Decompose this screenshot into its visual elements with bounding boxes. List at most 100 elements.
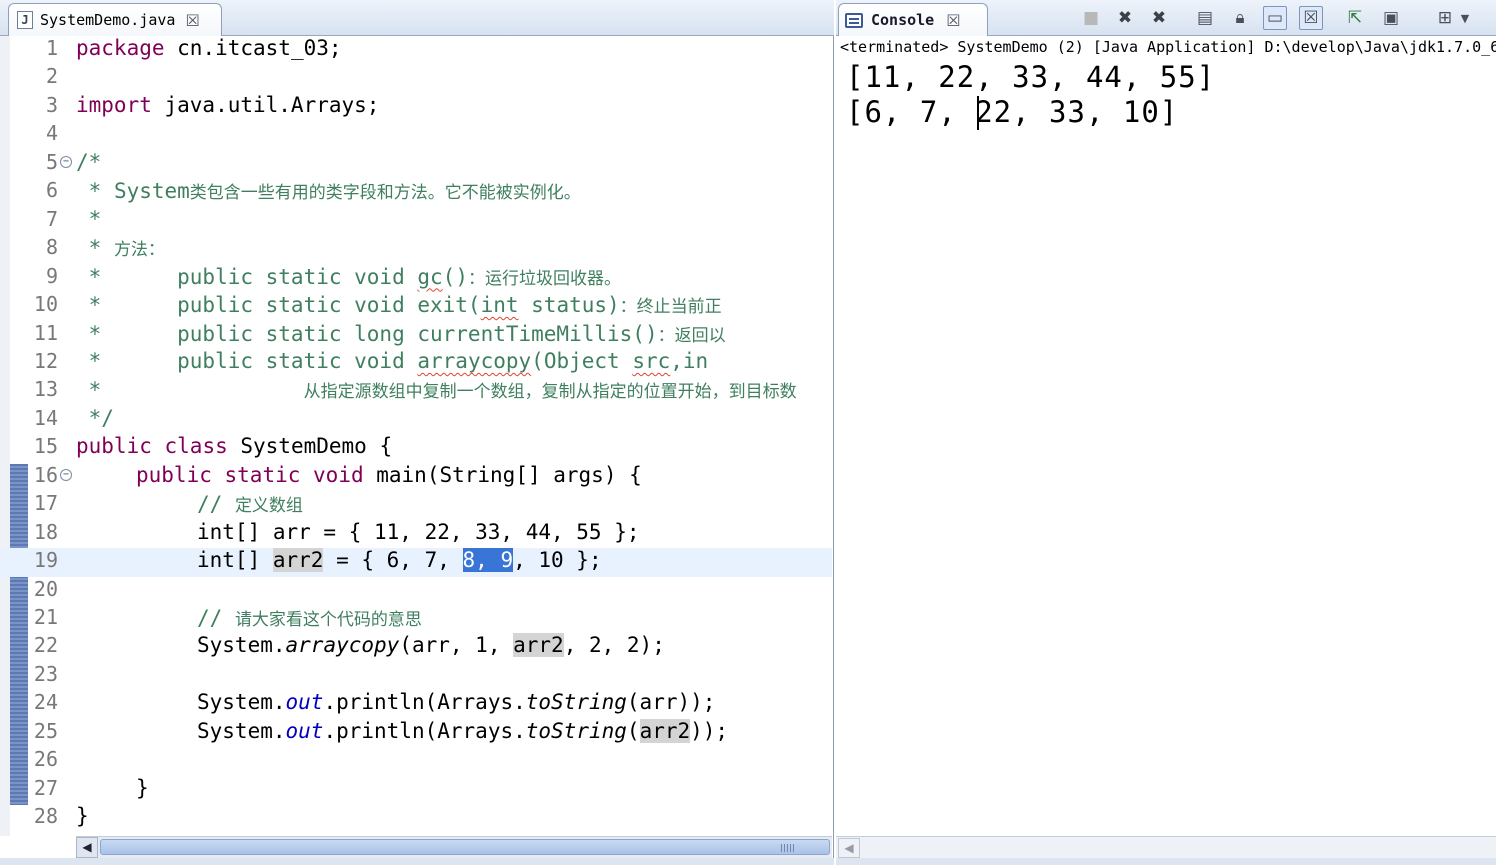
occurrence-highlight: arr2 (272, 548, 324, 573)
close-icon[interactable]: ☒ (185, 11, 199, 30)
line-number: 14 (33, 405, 58, 430)
code-text: * public static void arraycopy(Object sr… (76, 348, 709, 373)
line-number: 13 (33, 377, 58, 402)
line-number: 7 (45, 206, 58, 231)
code-line[interactable]: 3 import java.util.Arrays; (0, 93, 832, 121)
fold-collapse-icon[interactable]: − (60, 155, 72, 168)
code-line[interactable]: 26 (0, 747, 832, 775)
close-icon[interactable]: ☒ (946, 11, 960, 30)
line-number: 15 (33, 434, 58, 459)
editor-tab-systemdemo[interactable]: J SystemDemo.java ☒ (8, 3, 222, 36)
code-text: /* (76, 149, 102, 174)
line-number: 28 (33, 804, 58, 829)
code-line[interactable]: 12 * public static void arraycopy(Object… (0, 349, 832, 377)
editor-tab-label: SystemDemo.java (40, 11, 176, 29)
code-line[interactable]: 24 System.out.println(Arrays.toString(ar… (0, 690, 832, 718)
code-line[interactable]: 13 * 从指定源数组中复制一个数组，复制从指定的位置开始，到目标数 (0, 377, 832, 405)
line-number: 4 (45, 121, 58, 146)
line-number: 21 (33, 605, 58, 629)
stop-icon[interactable]: ■ (1079, 6, 1103, 30)
code-line[interactable]: 4 (0, 121, 832, 149)
code-text: */ (76, 405, 114, 430)
line-number: 11 (33, 320, 58, 345)
code-text: * public static void gc()：运行垃圾回收器。 (76, 264, 621, 289)
code-text: System.out.println(Arrays.toString(arr))… (197, 690, 716, 715)
code-text: * public static void exit(int status)：终止… (76, 293, 722, 318)
code-text: * (76, 206, 102, 231)
code-text: * public static long currentTimeMillis()… (76, 321, 726, 346)
code-line[interactable]: 10 * public static void exit(int status)… (0, 292, 832, 320)
code-text: package cn.itcast_03; (76, 36, 342, 60)
code-line[interactable]: 7 * (0, 207, 832, 235)
code-line[interactable]: 23 (0, 662, 832, 690)
code-text: } (76, 804, 89, 829)
line-number: 26 (33, 747, 58, 772)
occurrence-highlight: arr2 (639, 718, 691, 743)
chevron-down-icon[interactable]: ▼ (1458, 6, 1472, 30)
code-line[interactable]: 16 − public static void main(String[] ar… (0, 463, 832, 491)
remove-all-icon[interactable]: ✖ (1147, 6, 1171, 30)
code-line[interactable]: 2 (0, 64, 832, 92)
code-line[interactable]: 17 // 定义数组 (0, 491, 832, 519)
console-horizontal-scrollbar[interactable]: ◀ (836, 836, 1496, 858)
code-line[interactable]: 8 * 方法： (0, 235, 832, 263)
code-line[interactable]: 20 (0, 577, 832, 605)
scrollbar-thumb[interactable] (100, 839, 830, 855)
code-line[interactable]: 18 int[] arr = { 11, 22, 33, 44, 55 }; (0, 520, 832, 548)
code-line[interactable]: 11 * public static long currentTimeMilli… (0, 321, 832, 349)
line-number: 5 (45, 149, 58, 174)
line-number: 10 (33, 292, 58, 317)
line-number: 17 (33, 491, 58, 516)
line-number: 22 (33, 633, 58, 658)
line-number: 3 (45, 92, 58, 117)
scroll-left-icon[interactable]: ◀ (838, 838, 860, 858)
remove-launch-icon[interactable]: ✖ (1113, 6, 1137, 30)
line-number: 24 (33, 690, 58, 715)
line-number: 2 (45, 64, 58, 89)
fold-collapse-icon[interactable]: − (60, 468, 72, 481)
console-bottom-border (836, 858, 1496, 865)
code-line[interactable]: 14 */ (0, 406, 832, 434)
current-code-line[interactable]: 19 int[] arr2 = { 6, 7, 8, 9, 10 }; (0, 548, 832, 577)
code-line[interactable]: 22 System.arraycopy(arr, 1, arr2, 2, 2); (0, 633, 832, 661)
occurrence-highlight: arr2 (513, 633, 564, 658)
code-line[interactable]: 9 * public static void gc()：运行垃圾回收器。 (0, 264, 832, 292)
console-tab-bar: Console ☒ ■ ✖ ✖ ▤ 🔒︎ ▭ ☒ ⇱ ▣ ⊞ ▼ (836, 0, 1496, 36)
code-text: public static void main(String[] args) { (136, 462, 642, 487)
code-line[interactable]: 25 System.out.println(Arrays.toString(ar… (0, 718, 832, 747)
code-line[interactable]: 27 } (0, 776, 832, 804)
code-line[interactable]: 28 } (0, 804, 832, 832)
code-line[interactable]: 1 package cn.itcast_03; (0, 36, 832, 64)
code-text: } (136, 775, 149, 800)
word-wrap-icon[interactable]: ▭ (1263, 6, 1287, 30)
scroll-lock-icon[interactable]: 🔒︎ (1228, 6, 1252, 30)
editor-horizontal-scrollbar[interactable]: ◀ (76, 836, 832, 858)
code-text: System.arraycopy(arr, 1, arr2, 2, 2); (197, 633, 665, 658)
code-line[interactable]: 21 // 请大家看这个代码的意思 (0, 605, 832, 633)
scroll-left-icon[interactable]: ◀ (76, 837, 98, 858)
clear-console-icon[interactable]: ▤ (1193, 6, 1217, 30)
line-number: 27 (33, 775, 58, 800)
code-line[interactable]: 5 − /* (0, 150, 832, 178)
line-number: 16 (33, 462, 58, 487)
editor-tab-bar: J SystemDemo.java ☒ (0, 0, 834, 36)
line-number: 19 (33, 548, 58, 573)
console-tab[interactable]: Console ☒ (838, 3, 988, 36)
code-line[interactable]: 6 * System类包含一些有用的类字段和方法。它不能被实例化。 (0, 178, 832, 206)
open-console-icon[interactable]: ⊞ (1433, 6, 1457, 30)
console-output-line[interactable]: [6, 7, 22, 33, 10] (846, 95, 1178, 129)
show-on-output-icon[interactable]: ☒ (1299, 6, 1323, 30)
console-icon (845, 12, 863, 28)
console-output-line[interactable]: [11, 22, 33, 44, 55] (846, 60, 1215, 94)
line-number: 18 (33, 519, 58, 544)
code-text: * 从指定源数组中复制一个数组，复制从指定的位置开始，到目标数 (76, 378, 797, 403)
pin-console-icon[interactable]: ⇱ (1343, 6, 1367, 30)
line-number: 12 (33, 348, 58, 373)
console-pane: Console ☒ ■ ✖ ✖ ▤ 🔒︎ ▭ ☒ ⇱ ▣ ⊞ ▼ <termin… (836, 0, 1496, 865)
display-selected-icon[interactable]: ▣ (1379, 6, 1403, 30)
code-text: // 定义数组 (197, 492, 303, 517)
code-editor[interactable]: 1 package cn.itcast_03; 2 3 import java.… (0, 36, 832, 836)
code-line[interactable]: 15 public class SystemDemo { (0, 434, 832, 462)
console-tab-label: Console (871, 11, 935, 29)
grip-icon (781, 844, 795, 852)
